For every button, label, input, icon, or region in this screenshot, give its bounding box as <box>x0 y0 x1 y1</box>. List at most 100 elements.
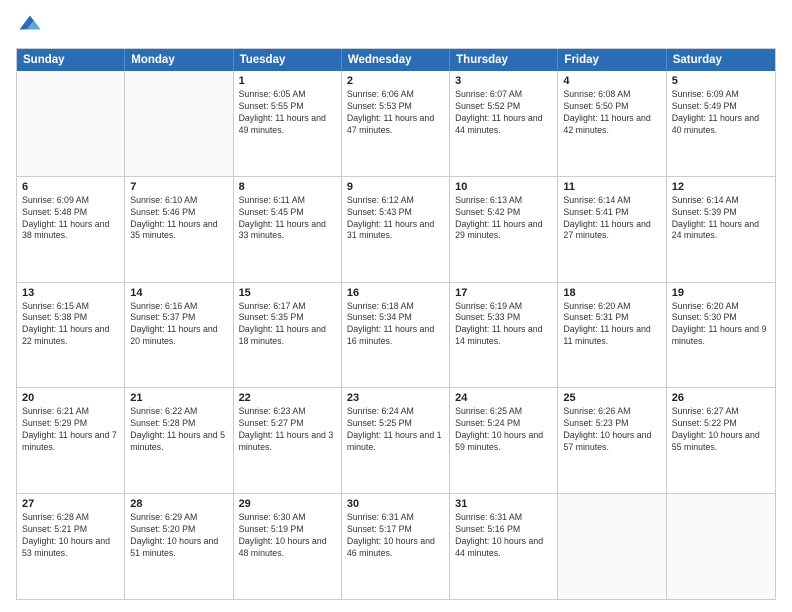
day-number: 17 <box>455 287 552 299</box>
day-number: 7 <box>130 181 227 193</box>
cal-cell-21: 21 Sunrise: 6:22 AM Sunset: 5:28 PM Dayli… <box>125 388 233 493</box>
cal-cell-10: 10Sunrise: 6:13 AM Sunset: 5:42 PM Dayli… <box>450 177 558 282</box>
day-info: Sunrise: 6:29 AM Sunset: 5:20 PM Dayligh… <box>130 512 227 560</box>
cal-cell-18: 18 Sunrise: 6:20 AM Sunset: 5:31 PM Dayli… <box>558 283 666 388</box>
cal-cell-29: 29 Sunrise: 6:30 AM Sunset: 5:19 PM Dayli… <box>234 494 342 599</box>
day-info: Sunrise: 6:23 AM Sunset: 5:27 PM Dayligh… <box>239 406 336 454</box>
day-number: 20 <box>22 392 119 404</box>
cal-cell-22: 22 Sunrise: 6:23 AM Sunset: 5:27 PM Dayli… <box>234 388 342 493</box>
day-info: Sunrise: 6:22 AM Sunset: 5:28 PM Dayligh… <box>130 406 227 454</box>
day-info: Sunrise: 6:06 AM Sunset: 5:53 PM Dayligh… <box>347 89 444 137</box>
cal-cell-27: 27Sunrise: 6:28 AM Sunset: 5:21 PM Dayli… <box>17 494 125 599</box>
cal-cell-20: 20 Sunrise: 6:21 AM Sunset: 5:29 PM Dayli… <box>17 388 125 493</box>
header-day-monday: Monday <box>125 49 233 71</box>
cal-cell-14: 14 Sunrise: 6:16 AM Sunset: 5:37 PM Dayli… <box>125 283 233 388</box>
cal-cell-9: 9Sunrise: 6:12 AM Sunset: 5:43 PM Daylig… <box>342 177 450 282</box>
header-day-saturday: Saturday <box>667 49 775 71</box>
cal-cell-17: 17 Sunrise: 6:19 AM Sunset: 5:33 PM Dayli… <box>450 283 558 388</box>
day-number: 25 <box>563 392 660 404</box>
calendar-row-1: 1 Sunrise: 6:05 AM Sunset: 5:55 PM Daylig… <box>17 71 775 176</box>
calendar-body: 1 Sunrise: 6:05 AM Sunset: 5:55 PM Daylig… <box>17 71 775 599</box>
header-day-friday: Friday <box>558 49 666 71</box>
header-day-wednesday: Wednesday <box>342 49 450 71</box>
day-number: 21 <box>130 392 227 404</box>
day-number: 13 <box>22 287 119 299</box>
cal-cell-30: 30Sunrise: 6:31 AM Sunset: 5:17 PM Dayli… <box>342 494 450 599</box>
day-number: 14 <box>130 287 227 299</box>
calendar: SundayMondayTuesdayWednesdayThursdayFrid… <box>16 48 776 600</box>
cal-cell-7: 7Sunrise: 6:10 AM Sunset: 5:46 PM Daylig… <box>125 177 233 282</box>
day-info: Sunrise: 6:30 AM Sunset: 5:19 PM Dayligh… <box>239 512 336 560</box>
calendar-header: SundayMondayTuesdayWednesdayThursdayFrid… <box>17 49 775 71</box>
day-number: 29 <box>239 498 336 510</box>
cal-cell-15: 15 Sunrise: 6:17 AM Sunset: 5:35 PM Dayli… <box>234 283 342 388</box>
day-info: Sunrise: 6:16 AM Sunset: 5:37 PM Dayligh… <box>130 301 227 349</box>
day-number: 30 <box>347 498 444 510</box>
cal-cell-16: 16 Sunrise: 6:18 AM Sunset: 5:34 PM Dayli… <box>342 283 450 388</box>
day-info: Sunrise: 6:09 AM Sunset: 5:48 PM Dayligh… <box>22 195 119 243</box>
day-info: Sunrise: 6:17 AM Sunset: 5:35 PM Dayligh… <box>239 301 336 349</box>
calendar-row-3: 13 Sunrise: 6:15 AM Sunset: 5:38 PM Dayli… <box>17 282 775 388</box>
cal-cell-empty-4-5 <box>558 494 666 599</box>
cal-cell-1: 1 Sunrise: 6:05 AM Sunset: 5:55 PM Daylig… <box>234 71 342 176</box>
cal-cell-26: 26Sunrise: 6:27 AM Sunset: 5:22 PM Dayli… <box>667 388 775 493</box>
page: SundayMondayTuesdayWednesdayThursdayFrid… <box>0 0 792 612</box>
day-number: 9 <box>347 181 444 193</box>
day-number: 16 <box>347 287 444 299</box>
day-number: 23 <box>347 392 444 404</box>
day-info: Sunrise: 6:19 AM Sunset: 5:33 PM Dayligh… <box>455 301 552 349</box>
day-info: Sunrise: 6:27 AM Sunset: 5:22 PM Dayligh… <box>672 406 770 454</box>
cal-cell-empty-0-1 <box>125 71 233 176</box>
day-info: Sunrise: 6:08 AM Sunset: 5:50 PM Dayligh… <box>563 89 660 137</box>
day-number: 12 <box>672 181 770 193</box>
cal-cell-empty-0-0 <box>17 71 125 176</box>
cal-cell-24: 24 Sunrise: 6:25 AM Sunset: 5:24 PM Dayli… <box>450 388 558 493</box>
cal-cell-empty-4-6 <box>667 494 775 599</box>
day-info: Sunrise: 6:25 AM Sunset: 5:24 PM Dayligh… <box>455 406 552 454</box>
calendar-row-2: 6 Sunrise: 6:09 AM Sunset: 5:48 PM Daylig… <box>17 176 775 282</box>
logo-icon <box>16 12 44 40</box>
cal-cell-4: 4 Sunrise: 6:08 AM Sunset: 5:50 PM Daylig… <box>558 71 666 176</box>
header-day-thursday: Thursday <box>450 49 558 71</box>
day-info: Sunrise: 6:18 AM Sunset: 5:34 PM Dayligh… <box>347 301 444 349</box>
header-day-sunday: Sunday <box>17 49 125 71</box>
day-number: 15 <box>239 287 336 299</box>
day-number: 3 <box>455 75 552 87</box>
day-info: Sunrise: 6:09 AM Sunset: 5:49 PM Dayligh… <box>672 89 770 137</box>
day-info: Sunrise: 6:20 AM Sunset: 5:30 PM Dayligh… <box>672 301 770 349</box>
day-info: Sunrise: 6:14 AM Sunset: 5:39 PM Dayligh… <box>672 195 770 243</box>
day-info: Sunrise: 6:28 AM Sunset: 5:21 PM Dayligh… <box>22 512 119 560</box>
day-number: 19 <box>672 287 770 299</box>
cal-cell-19: 19 Sunrise: 6:20 AM Sunset: 5:30 PM Dayli… <box>667 283 775 388</box>
calendar-row-5: 27Sunrise: 6:28 AM Sunset: 5:21 PM Dayli… <box>17 493 775 599</box>
cal-cell-25: 25 Sunrise: 6:26 AM Sunset: 5:23 PM Dayli… <box>558 388 666 493</box>
day-number: 6 <box>22 181 119 193</box>
day-number: 31 <box>455 498 552 510</box>
cal-cell-5: 5Sunrise: 6:09 AM Sunset: 5:49 PM Daylig… <box>667 71 775 176</box>
day-number: 4 <box>563 75 660 87</box>
day-number: 22 <box>239 392 336 404</box>
day-number: 1 <box>239 75 336 87</box>
cal-cell-8: 8 Sunrise: 6:11 AM Sunset: 5:45 PM Daylig… <box>234 177 342 282</box>
day-info: Sunrise: 6:26 AM Sunset: 5:23 PM Dayligh… <box>563 406 660 454</box>
day-info: Sunrise: 6:20 AM Sunset: 5:31 PM Dayligh… <box>563 301 660 349</box>
day-number: 24 <box>455 392 552 404</box>
cal-cell-3: 3Sunrise: 6:07 AM Sunset: 5:52 PM Daylig… <box>450 71 558 176</box>
day-number: 28 <box>130 498 227 510</box>
header-day-tuesday: Tuesday <box>234 49 342 71</box>
day-info: Sunrise: 6:05 AM Sunset: 5:55 PM Dayligh… <box>239 89 336 137</box>
day-number: 11 <box>563 181 660 193</box>
logo <box>16 12 46 40</box>
cal-cell-13: 13 Sunrise: 6:15 AM Sunset: 5:38 PM Dayli… <box>17 283 125 388</box>
day-info: Sunrise: 6:11 AM Sunset: 5:45 PM Dayligh… <box>239 195 336 243</box>
cal-cell-6: 6 Sunrise: 6:09 AM Sunset: 5:48 PM Daylig… <box>17 177 125 282</box>
header <box>16 12 776 40</box>
day-number: 8 <box>239 181 336 193</box>
day-info: Sunrise: 6:21 AM Sunset: 5:29 PM Dayligh… <box>22 406 119 454</box>
cal-cell-28: 28 Sunrise: 6:29 AM Sunset: 5:20 PM Dayli… <box>125 494 233 599</box>
day-number: 10 <box>455 181 552 193</box>
day-number: 18 <box>563 287 660 299</box>
day-info: Sunrise: 6:15 AM Sunset: 5:38 PM Dayligh… <box>22 301 119 349</box>
day-info: Sunrise: 6:24 AM Sunset: 5:25 PM Dayligh… <box>347 406 444 454</box>
day-number: 2 <box>347 75 444 87</box>
